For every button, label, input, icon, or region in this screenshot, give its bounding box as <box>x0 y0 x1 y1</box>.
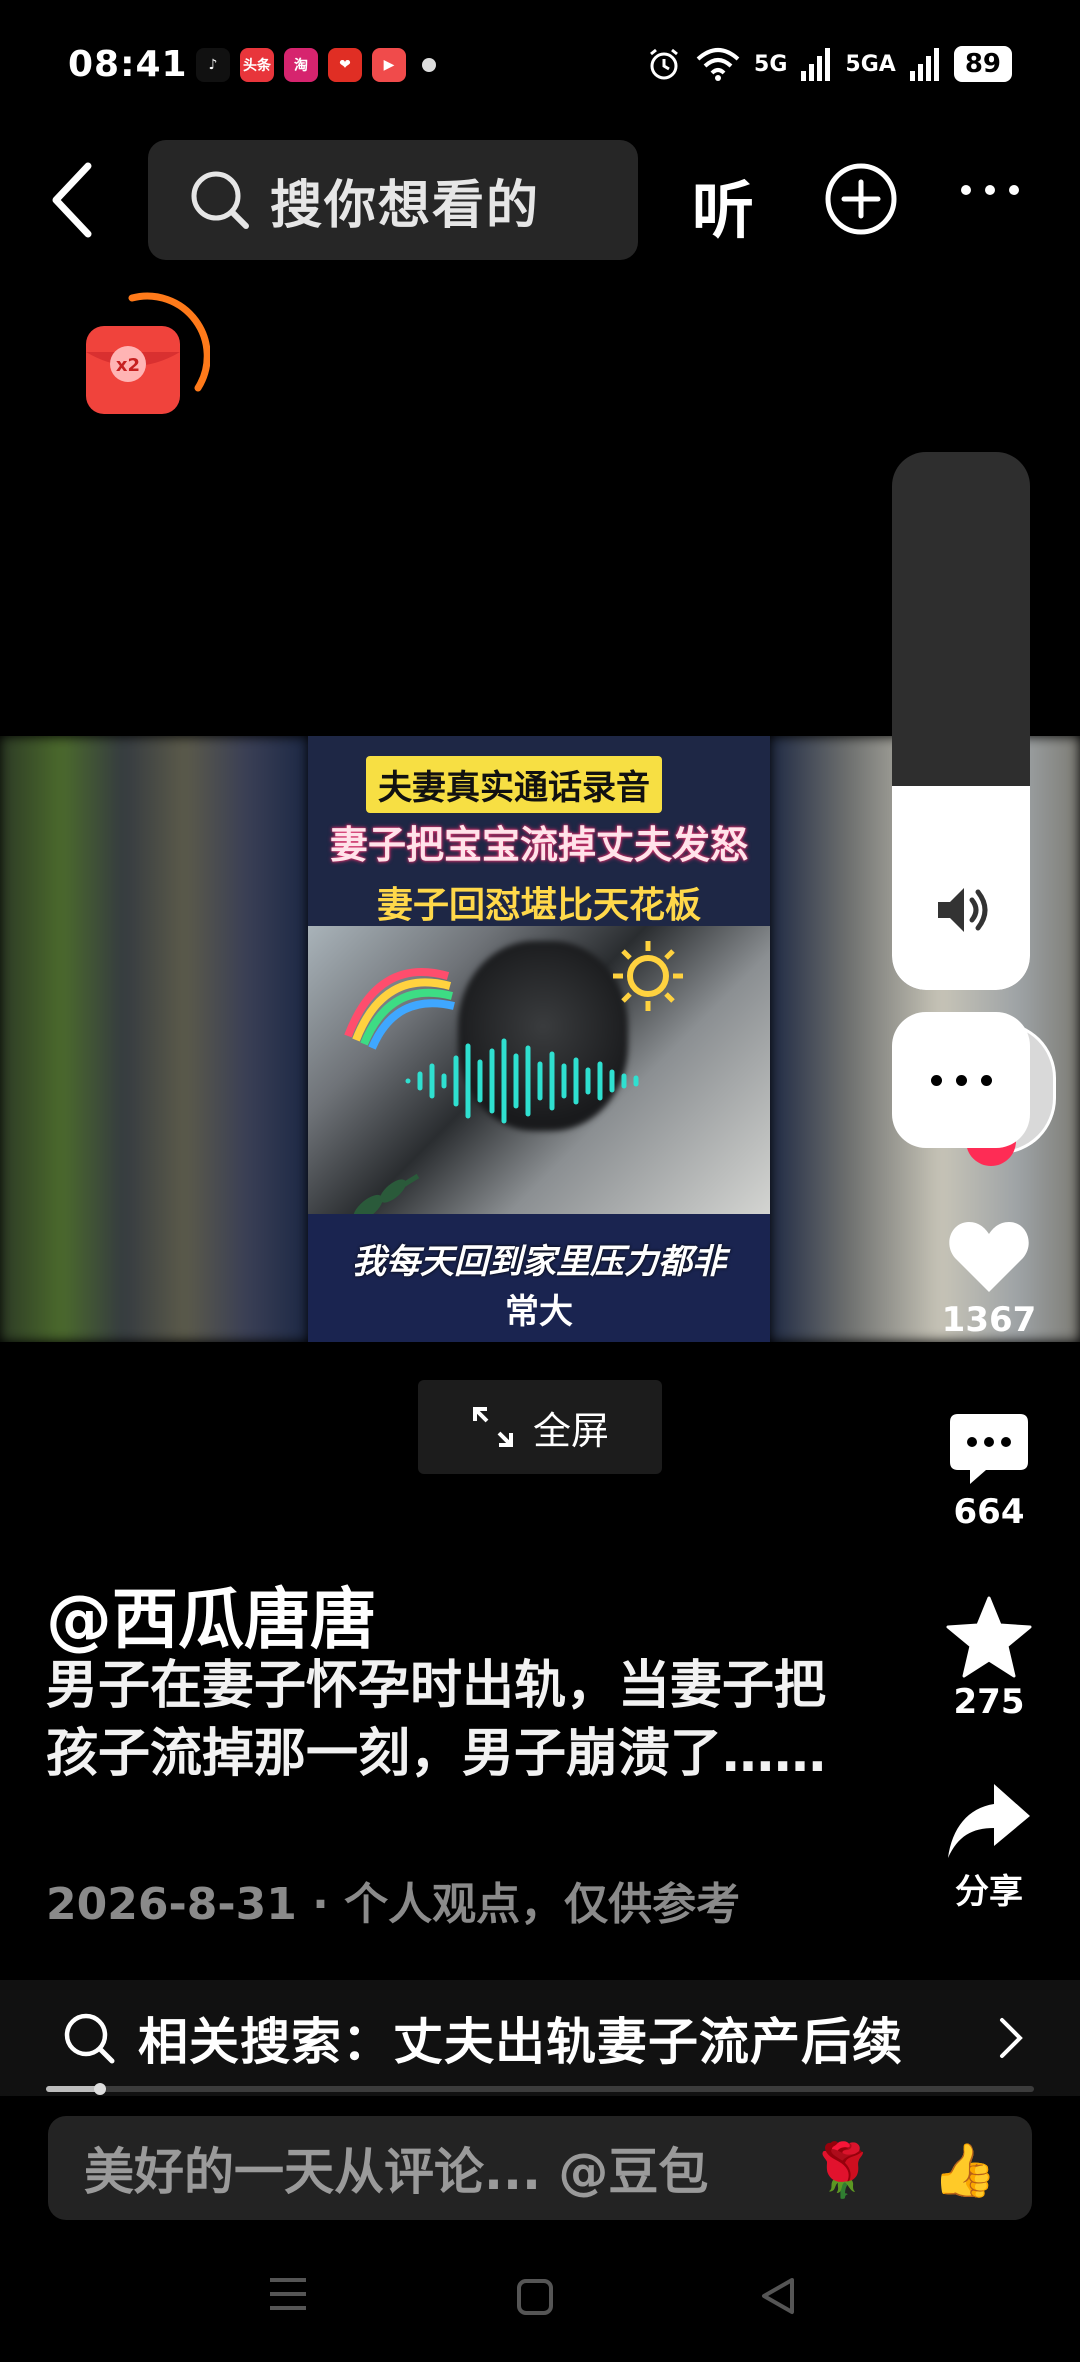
thumbs-up-emoji-button[interactable]: 👍 <box>932 2140 997 2201</box>
fullscreen-button[interactable]: 全屏 <box>418 1380 662 1474</box>
favorite-button[interactable]: 275 <box>934 1596 1044 1722</box>
comment-button[interactable]: 664 <box>934 1412 1044 1532</box>
svg-text:x2: x2 <box>116 355 140 376</box>
sound-wave-icon <box>405 1038 639 1124</box>
volume-slider[interactable] <box>892 452 1030 990</box>
nav-menu-icon[interactable] <box>268 2276 308 2312</box>
wifi-icon <box>696 48 740 81</box>
search-placeholder: 搜你想看的 <box>270 175 541 236</box>
listen-button[interactable]: 听 <box>692 160 754 250</box>
battery-indicator: 89 <box>953 46 1012 82</box>
back-icon[interactable] <box>48 160 98 240</box>
share-button[interactable]: 分享 <box>934 1782 1044 1913</box>
search-bar[interactable]: 搜你想看的 <box>148 140 638 260</box>
dot-icon <box>980 1074 992 1086</box>
alarm-icon <box>650 48 678 80</box>
nav-home-icon[interactable] <box>516 2278 554 2316</box>
video-subtitle-line-2: 常大 <box>505 1292 573 1332</box>
comment-icon <box>950 1414 1028 1484</box>
volume-icon <box>938 888 988 932</box>
status-time: 08:41 <box>68 44 188 85</box>
video-title-line-1: 夫妻真实通话录音 <box>366 756 662 813</box>
dot-icon <box>930 1074 942 1086</box>
share-arrow-icon <box>948 1784 1030 1858</box>
fullscreen-label: 全屏 <box>532 1408 609 1453</box>
video-app-icon: ▶ <box>372 48 406 82</box>
post-meta: 2026-8-31 · 个人观点，仅供参考 <box>46 1879 741 1930</box>
dot-icon <box>955 1074 967 1086</box>
video-subtitle-line-1: 我每天回到家里压力都非 <box>352 1242 726 1282</box>
video-blur-left <box>0 736 308 1342</box>
douyin-icon: ♪ <box>196 48 230 82</box>
network-5g-label: 5G <box>754 51 788 77</box>
related-search-bar[interactable]: 相关搜索：丈夫出轨妻子流产后续 <box>0 1980 1080 2096</box>
pinduoduo-icon: ❤ <box>328 48 362 82</box>
post-description[interactable]: 男子在妻子怀孕时出轨，当妻子把孩子流掉那一刻，男子崩溃了…… <box>46 1652 846 1788</box>
network-5ga-label: 5GA <box>845 51 896 77</box>
video-title-line-2: 妻子把宝宝流掉丈夫发怒 <box>329 823 748 867</box>
related-search-text: 相关搜索：丈夫出轨妻子流产后续 <box>138 2013 903 2071</box>
red-packet-reward-icon[interactable]: x2 <box>80 290 210 430</box>
like-button[interactable]: 1367 <box>934 1218 1044 1340</box>
star-icon <box>946 1596 1032 1678</box>
video-frame: 夫妻真实通话录音 妻子把宝宝流掉丈夫发怒 妻子回怼堪比天花板 我每天回到家里压力… <box>308 736 770 1342</box>
more-notifications-dot <box>422 58 436 72</box>
signal-icon <box>801 48 831 81</box>
sun-sticker-icon <box>613 941 683 1011</box>
signal-icon-2 <box>909 48 939 81</box>
more-options-icon[interactable] <box>958 180 1022 200</box>
search-icon <box>64 2013 115 2064</box>
comment-count: 664 <box>953 1492 1025 1532</box>
expand-icon <box>472 1407 513 1447</box>
author-name[interactable]: @西瓜唐唐 <box>46 1566 376 1662</box>
playback-progress-bar[interactable] <box>46 2083 1034 2095</box>
rose-emoji-button[interactable]: 🌹 <box>810 2140 875 2201</box>
chevron-right-icon[interactable] <box>996 2016 1026 2060</box>
search-icon <box>191 171 249 229</box>
comment-input[interactable]: 美好的一天从评论... @豆包 <box>48 2116 1032 2220</box>
comment-placeholder: 美好的一天从评论... @豆包 <box>84 2143 709 2201</box>
shop-icon: 淘 <box>284 48 318 82</box>
toutiao-icon: 头条 <box>240 48 274 82</box>
status-indicators: 5G 5GA 89 <box>646 46 1012 82</box>
like-count: 1367 <box>941 1300 1037 1340</box>
video-title-line-3: 妻子回怼堪比天花板 <box>376 885 701 926</box>
nav-back-icon[interactable] <box>760 2276 796 2316</box>
playback-progress-fill <box>46 2086 101 2092</box>
add-icon[interactable] <box>824 162 898 236</box>
favorite-count: 275 <box>953 1682 1025 1722</box>
more-actions-button[interactable] <box>892 1012 1030 1148</box>
status-notification-icons: ♪ 头条淘 ❤ ▶ <box>196 48 436 82</box>
share-label: 分享 <box>955 1872 1023 1912</box>
heart-icon <box>949 1222 1029 1292</box>
